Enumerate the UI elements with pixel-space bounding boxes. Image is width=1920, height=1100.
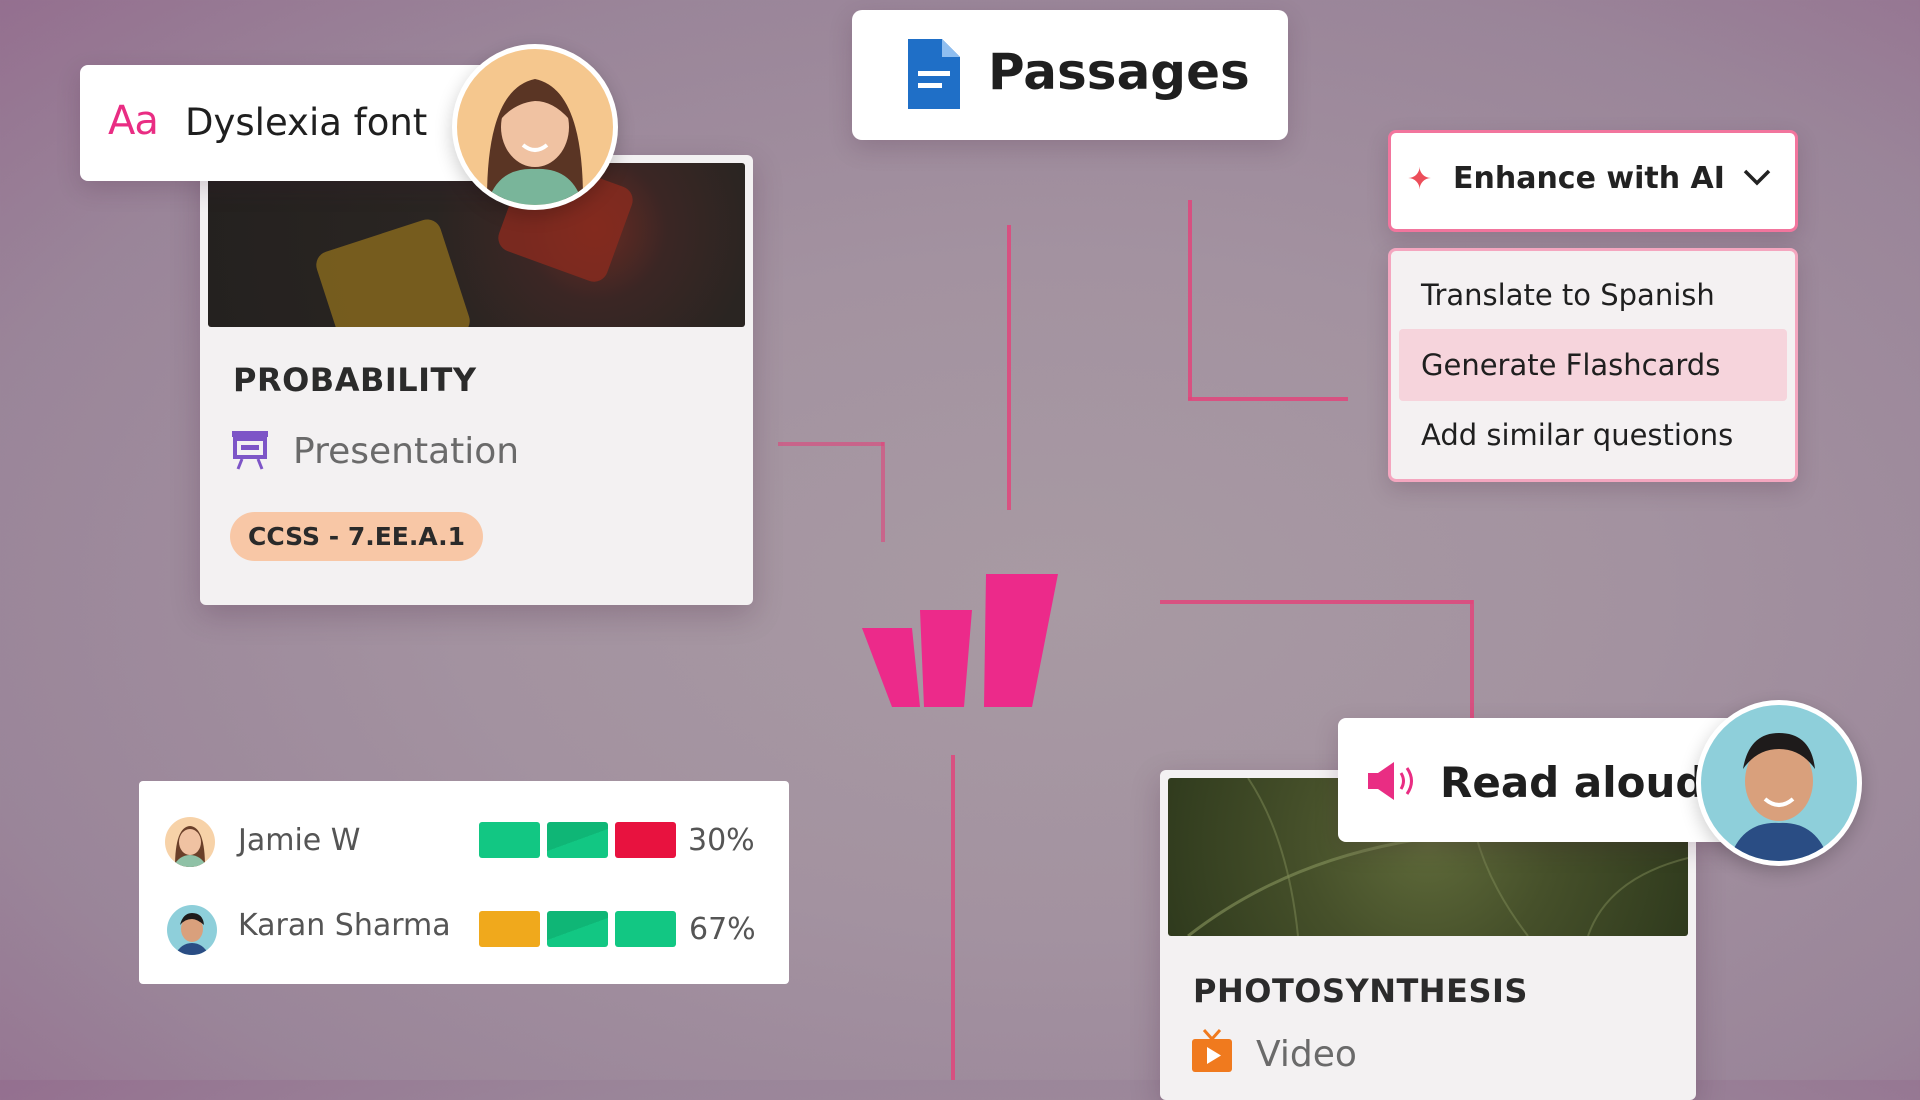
card-type-label: Presentation xyxy=(293,431,520,472)
student-progress-card: Jamie W 30% Karan Sharma 67% xyxy=(139,781,789,984)
score-bar xyxy=(615,911,676,947)
dice-thumbnail xyxy=(208,163,745,327)
menu-item-similar-questions[interactable]: Add similar questions xyxy=(1399,399,1787,471)
connector-line xyxy=(1160,600,1473,604)
connector-line xyxy=(951,755,955,1080)
card-type-label: Video xyxy=(1256,1034,1357,1075)
presentation-icon xyxy=(232,431,268,470)
student-avatar xyxy=(452,44,618,210)
brand-logo xyxy=(862,574,1058,707)
card-title: PROBABILITY xyxy=(233,361,477,399)
student-avatar xyxy=(167,905,217,955)
connector-line xyxy=(1470,600,1474,720)
score-bar xyxy=(615,822,676,858)
enhance-ai-menu: Translate to Spanish Generate Flashcards… xyxy=(1388,248,1798,482)
student-name: Karan Sharma xyxy=(238,908,451,943)
student-name: Jamie W xyxy=(238,823,361,858)
probability-card[interactable]: PROBABILITY Presentation CCSS - 7.EE.A.1 xyxy=(200,155,753,605)
card-title: PHOTOSYNTHESIS xyxy=(1193,972,1528,1010)
student-avatar xyxy=(1696,700,1862,866)
student-avatar xyxy=(165,817,215,867)
score-bar xyxy=(547,822,608,858)
chevron-down-icon xyxy=(1743,169,1771,186)
speaker-icon xyxy=(1368,762,1413,800)
document-icon xyxy=(908,39,960,109)
enhance-ai-label: Enhance with AI xyxy=(1453,161,1725,196)
enhance-ai-dropdown[interactable]: ✦ Enhance with AI xyxy=(1388,130,1798,232)
dyslexia-font-pill[interactable]: Aa Dyslexia font xyxy=(80,65,510,181)
student-percent: 67% xyxy=(689,912,756,947)
score-bar xyxy=(479,822,540,858)
read-aloud-label: Read aloud xyxy=(1440,758,1706,807)
menu-item-flashcards[interactable]: Generate Flashcards xyxy=(1399,329,1787,401)
passages-label: Passages xyxy=(988,43,1250,101)
dyslexia-font-label: Dyslexia font xyxy=(185,101,428,144)
connector-line xyxy=(1188,200,1192,400)
score-bar xyxy=(479,911,540,947)
connector-line xyxy=(1188,397,1348,401)
video-icon xyxy=(1192,1029,1232,1072)
connector-line xyxy=(1007,225,1011,510)
passages-pill[interactable]: Passages xyxy=(852,10,1288,140)
menu-item-translate[interactable]: Translate to Spanish xyxy=(1399,259,1787,331)
connector-line xyxy=(778,442,884,446)
sparkle-icon: ✦ xyxy=(1407,162,1433,197)
score-bar xyxy=(547,911,608,947)
student-percent: 30% xyxy=(688,823,755,858)
connector-line xyxy=(881,442,885,542)
standard-tag: CCSS - 7.EE.A.1 xyxy=(230,512,484,561)
font-icon: Aa xyxy=(108,98,159,144)
